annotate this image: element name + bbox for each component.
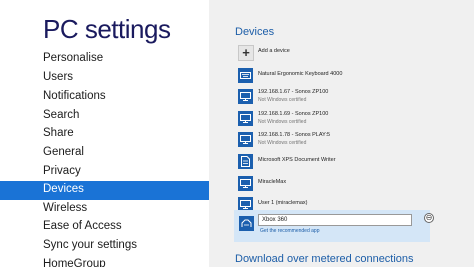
sidebar-item-share[interactable]: Share [0,125,209,144]
device-name: 192.168.1.67 - Sonos ZP100 [258,89,329,95]
device-item[interactable]: 192.168.1.67 - Sonos ZP100 Not Windows c… [238,88,438,108]
plus-icon: + [238,45,254,61]
device-item[interactable]: MiracleMax [238,175,438,195]
device-item[interactable]: 192.168.1.78 - Sonos PLAY:5 Not Windows … [238,131,438,151]
media-device-icon [238,89,253,104]
sidebar-item-label: Privacy [43,165,81,177]
sidebar-item-label: Ease of Access [43,220,122,232]
sidebar-item-general[interactable]: General [0,144,209,163]
sidebar-item-label: General [43,146,84,158]
device-name: Microsoft XPS Document Writer [258,157,336,163]
sidebar-item-label: Sync your settings [43,239,137,251]
device-name-input[interactable]: Xbox 360 [258,214,412,226]
section-title: Devices [235,26,275,38]
sidebar-item-personalise[interactable]: Personalise [0,50,209,69]
selected-device-panel[interactable]: Xbox 360 Get the recommended app [234,210,430,242]
sidebar: PC settings Personalise Users Notificati… [0,0,209,267]
game-console-icon [239,216,254,231]
sidebar-item-homegroup[interactable]: HomeGroup [0,256,209,267]
device-item[interactable]: Microsoft XPS Document Writer [238,153,438,173]
device-name: User 1 (miraclemax) [258,200,308,206]
media-device-icon [238,111,253,126]
device-status: Not Windows certified [258,119,307,125]
metered-connections-title: Download over metered connections [235,253,414,265]
device-name: MiracleMax [258,179,287,185]
sidebar-item-label: HomeGroup [43,258,106,267]
device-name: 192.168.1.78 - Sonos PLAY:5 [258,132,331,138]
sidebar-item-sync-settings[interactable]: Sync your settings [0,237,209,256]
sidebar-item-search[interactable]: Search [0,107,209,126]
devices-panel: Devices + Add a device Natural Ergonomic… [209,0,474,267]
add-device-button[interactable]: + Add a device [238,44,438,64]
device-item[interactable]: Natural Ergonomic Keyboard 4000 [238,67,438,87]
sidebar-item-devices[interactable]: Devices [0,181,209,200]
sidebar-item-notifications[interactable]: Notifications [0,88,209,107]
keyboard-icon [238,68,253,83]
device-status: Not Windows certified [258,140,307,146]
sidebar-item-label: Personalise [43,52,104,64]
add-device-label: Add a device [258,48,290,54]
device-name: Natural Ergonomic Keyboard 4000 [258,71,343,77]
printer-icon [238,154,253,169]
sidebar-item-label: Share [43,127,74,139]
sidebar-item-label: Wireless [43,202,88,214]
sidebar-item-ease-of-access[interactable]: Ease of Access [0,218,209,237]
computer-icon [238,176,253,191]
device-name: 192.168.1.69 - Sonos ZP100 [258,111,329,117]
remove-device-button[interactable]: ⊖ [424,213,434,223]
sidebar-item-privacy[interactable]: Privacy [0,163,209,182]
device-status: Not Windows certified [258,97,307,103]
sidebar-item-users[interactable]: Users [0,69,209,88]
sidebar-item-label: Devices [43,183,84,195]
page-title: PC settings [43,14,171,44]
media-device-icon [238,132,253,147]
sidebar-item-label: Search [43,109,80,121]
device-item[interactable]: 192.168.1.69 - Sonos ZP100 Not Windows c… [238,110,438,130]
sidebar-item-label: Notifications [43,90,106,102]
recommended-app-link[interactable]: Get the recommended app [260,228,319,234]
sidebar-item-wireless[interactable]: Wireless [0,200,209,219]
sidebar-item-label: Users [43,71,74,83]
